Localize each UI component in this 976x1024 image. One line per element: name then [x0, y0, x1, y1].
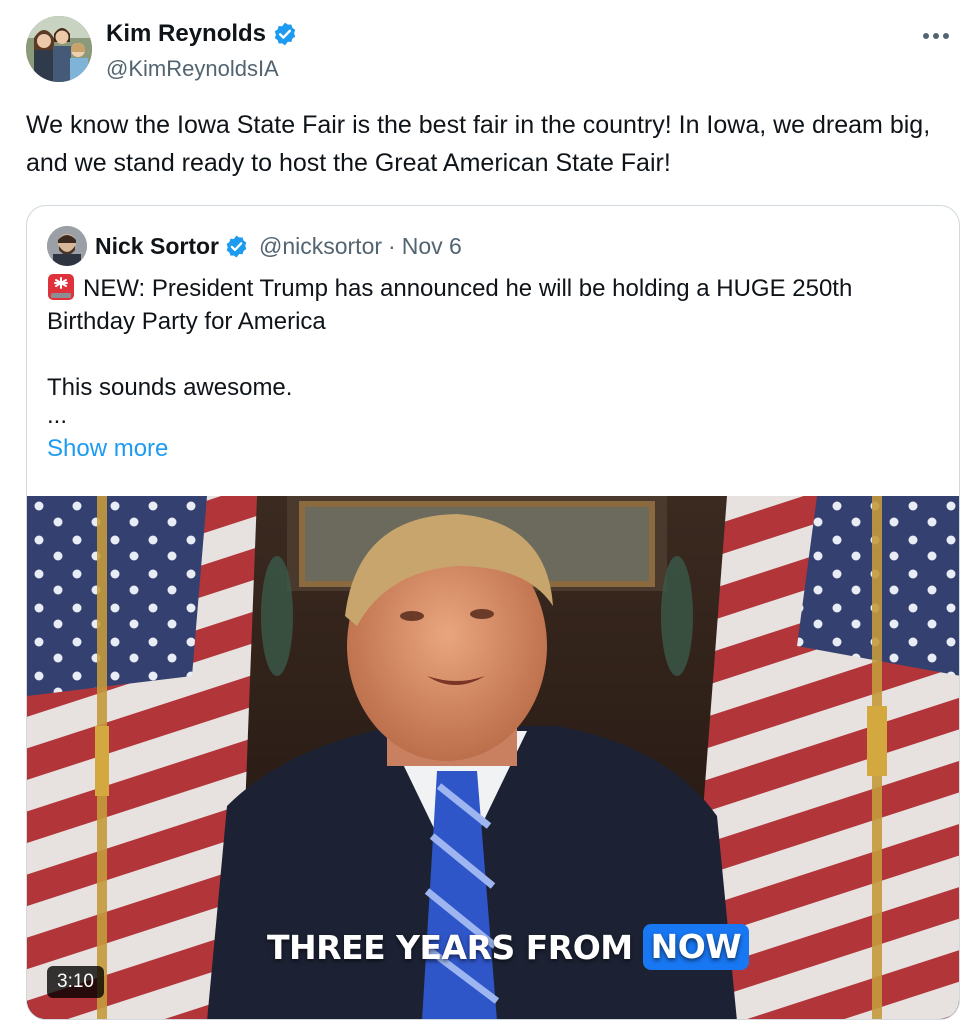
- tweet-header: Kim Reynolds @KimReynoldsIA: [26, 16, 956, 84]
- author-name-block: Kim Reynolds @KimReynoldsIA: [106, 18, 298, 82]
- author-handle[interactable]: @KimReynoldsIA: [106, 56, 298, 82]
- police-light-icon: [47, 273, 75, 301]
- more-dots-icon: [923, 33, 949, 39]
- author-display-name[interactable]: Kim Reynolds: [106, 20, 266, 48]
- quoted-author-name[interactable]: Nick Sortor: [95, 233, 219, 260]
- quoted-text-line: This sounds awesome.: [47, 374, 293, 401]
- caption-highlight: NOW: [642, 924, 750, 970]
- quoted-text-line: [47, 338, 937, 371]
- quoted-text-headline: NEW: President Trump has announced he wi…: [47, 275, 853, 335]
- quoted-author-handle[interactable]: @nicksortor: [259, 233, 382, 260]
- tweet[interactable]: Kim Reynolds @KimReynoldsIA We know the …: [0, 0, 976, 1024]
- header-separator: ·: [388, 232, 396, 259]
- quoted-tweet-text: NEW: President Trump has announced he wi…: [47, 272, 937, 465]
- caption-text: THREE YEARS FROM: [267, 927, 633, 967]
- quoted-tweet-date[interactable]: Nov 6: [402, 233, 462, 260]
- verified-badge-icon: [272, 21, 298, 47]
- quoted-author-avatar[interactable]: [47, 226, 87, 266]
- video-duration-badge: 3:10: [47, 966, 104, 998]
- author-name-row: Kim Reynolds: [106, 18, 298, 50]
- more-options-button[interactable]: [916, 18, 956, 54]
- quoted-tweet-header: Nick Sortor @nicksortor · Nov 6: [47, 226, 462, 266]
- author-avatar[interactable]: [26, 16, 92, 82]
- tweet-text: We know the Iowa State Fair is the best …: [26, 111, 931, 177]
- show-more-link[interactable]: Show more: [47, 432, 937, 465]
- video-player[interactable]: THREE YEARS FROM NOW 3:10: [27, 496, 959, 1019]
- quoted-text-line: NEW: President Trump has announced he wi…: [47, 272, 937, 338]
- verified-badge-icon: [224, 234, 249, 259]
- video-caption: THREE YEARS FROM NOW: [267, 924, 750, 970]
- quoted-text-line: ...: [47, 402, 68, 429]
- quoted-tweet[interactable]: Nick Sortor @nicksortor · Nov 6 NEW: Pre…: [26, 205, 960, 1020]
